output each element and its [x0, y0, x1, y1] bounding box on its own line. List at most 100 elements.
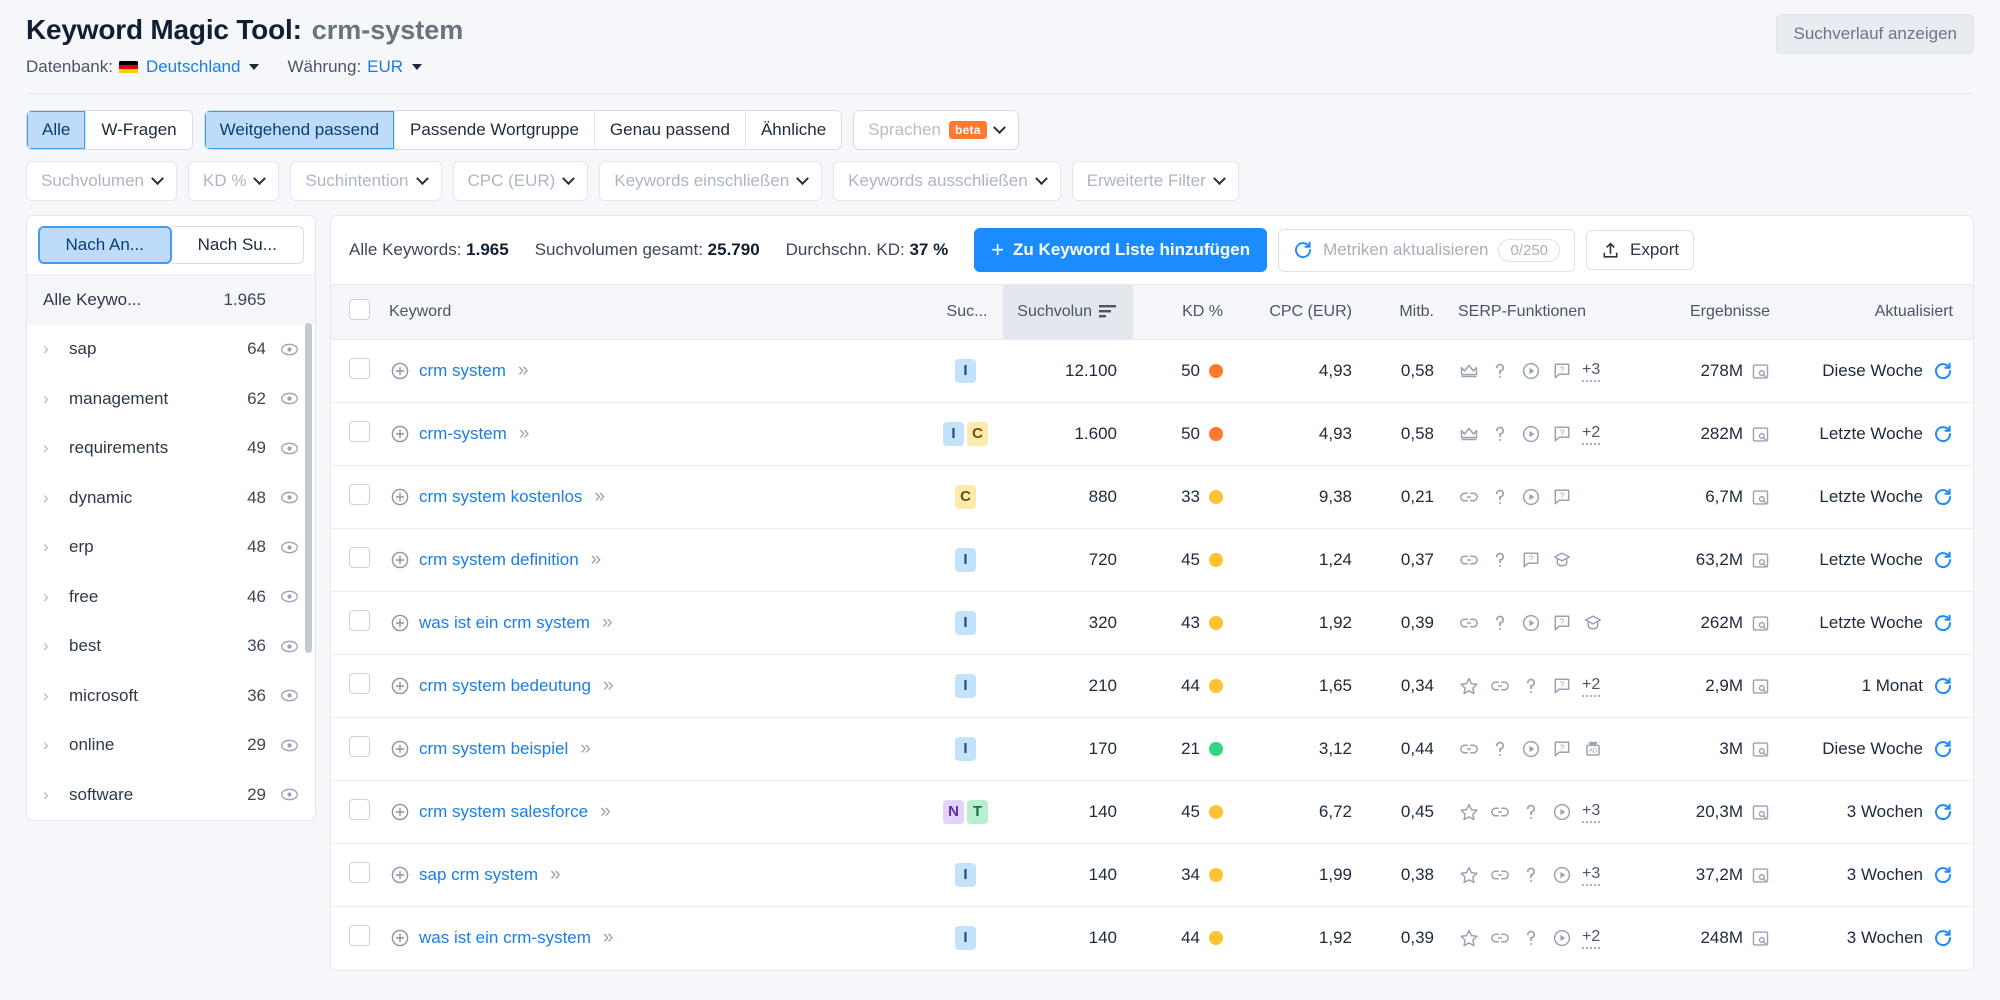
row-select-cell[interactable] — [331, 591, 389, 655]
row-checkbox[interactable] — [349, 799, 370, 820]
header-serp[interactable]: SERP-Funktionen — [1448, 284, 1648, 340]
row-checkbox[interactable] — [349, 358, 370, 379]
chevron-right-icon[interactable]: › — [43, 488, 57, 508]
sidebar-item-free[interactable]: › free 46 — [27, 572, 315, 622]
tab-weitgehend-passend[interactable]: Weitgehend passend — [204, 111, 396, 149]
comment-icon[interactable]: ? — [1551, 612, 1573, 634]
table-row[interactable]: was ist ein crm system » I 320 43 1,92 0… — [331, 591, 1973, 655]
eye-icon[interactable] — [280, 340, 299, 359]
serp-more-count[interactable]: +2 — [1582, 928, 1601, 949]
refresh-icon[interactable] — [1933, 676, 1953, 696]
sidebar-scrollbar[interactable] — [305, 323, 312, 653]
refresh-icon[interactable] — [1933, 613, 1953, 633]
intent-tag-N[interactable]: N — [943, 800, 964, 824]
intent-tag-I[interactable]: I — [955, 737, 976, 761]
row-select-cell[interactable] — [331, 907, 389, 970]
graduate-icon[interactable] — [1551, 549, 1573, 571]
expand-keyword-icon[interactable]: » — [580, 738, 590, 760]
chevron-right-icon[interactable]: › — [43, 537, 57, 557]
refresh-icon[interactable] — [1933, 550, 1953, 570]
question-icon[interactable] — [1520, 675, 1542, 697]
link-icon[interactable] — [1489, 927, 1511, 949]
keyword-link[interactable]: crm system bedeutung — [419, 676, 591, 696]
keyword-link[interactable]: was ist ein crm system — [419, 613, 590, 633]
intent-tag-C[interactable]: C — [955, 485, 976, 509]
table-row[interactable]: crm-system » IC 1.600 50 4,93 0,58 ? +2 2… — [331, 402, 1973, 466]
question-icon[interactable] — [1520, 801, 1542, 823]
link-icon[interactable] — [1489, 675, 1511, 697]
refresh-icon[interactable] — [1933, 424, 1953, 444]
tab-aehnliche[interactable]: Ähnliche — [745, 111, 842, 149]
refresh-icon[interactable] — [1933, 739, 1953, 759]
add-keyword-icon[interactable] — [389, 738, 411, 760]
sidebar-item-dynamic[interactable]: › dynamic 48 — [27, 473, 315, 523]
table-row[interactable]: crm system salesforce » NT 140 45 6,72 0… — [331, 780, 1973, 844]
add-keyword-icon[interactable] — [389, 801, 411, 823]
table-row[interactable]: crm system » I 12.100 50 4,93 0,58 ? +3 2… — [331, 339, 1973, 403]
add-keyword-icon[interactable] — [389, 360, 411, 382]
comment-icon[interactable]: ? — [1520, 549, 1542, 571]
serp-preview-icon[interactable] — [1751, 803, 1770, 822]
eye-icon[interactable] — [280, 736, 299, 755]
serp-preview-icon[interactable] — [1751, 740, 1770, 759]
chevron-right-icon[interactable]: › — [43, 339, 57, 359]
eye-icon[interactable] — [280, 785, 299, 804]
update-metrics-button[interactable]: Metriken aktualisieren 0/250 — [1278, 228, 1576, 272]
languages-dropdown[interactable]: Sprachen beta — [853, 110, 1019, 150]
expand-keyword-icon[interactable]: » — [603, 927, 613, 949]
sidebar-item-requirements[interactable]: › requirements 49 — [27, 424, 315, 474]
link-icon[interactable] — [1458, 612, 1480, 634]
add-keyword-icon[interactable] — [389, 927, 411, 949]
sidebar-item-software[interactable]: › software 29 — [27, 770, 315, 820]
chevron-right-icon[interactable]: › — [43, 636, 57, 656]
header-competition[interactable]: Mitb. — [1368, 284, 1448, 340]
chevron-right-icon[interactable]: › — [43, 587, 57, 607]
video-icon[interactable] — [1520, 360, 1542, 382]
tab-alle[interactable]: Alle — [27, 111, 87, 149]
row-checkbox[interactable] — [349, 736, 370, 757]
add-keyword-icon[interactable] — [389, 864, 411, 886]
eye-icon[interactable] — [280, 389, 299, 408]
sidebar-item-sap[interactable]: › sap 64 — [27, 325, 315, 375]
add-keyword-icon[interactable] — [389, 675, 411, 697]
header-keyword[interactable]: Keyword — [389, 284, 931, 340]
row-select-cell[interactable] — [331, 465, 389, 529]
filter-kd[interactable]: KD % — [188, 161, 280, 201]
serp-preview-icon[interactable] — [1751, 551, 1770, 570]
serp-preview-icon[interactable] — [1751, 677, 1770, 696]
expand-keyword-icon[interactable]: » — [591, 549, 601, 571]
header-cpc[interactable]: CPC (EUR) — [1243, 284, 1368, 340]
serp-more-count[interactable]: +2 — [1582, 424, 1601, 445]
filter-keywords-einschliessen[interactable]: Keywords einschließen — [599, 161, 823, 201]
serp-preview-icon[interactable] — [1751, 362, 1770, 381]
star-icon[interactable] — [1458, 675, 1480, 697]
intent-tag-I[interactable]: I — [955, 611, 976, 635]
crown-icon[interactable] — [1458, 423, 1480, 445]
serp-more-count[interactable]: +3 — [1582, 802, 1601, 823]
serp-preview-icon[interactable] — [1751, 614, 1770, 633]
serp-preview-icon[interactable] — [1751, 929, 1770, 948]
serp-more-count[interactable]: +2 — [1582, 676, 1601, 697]
link-icon[interactable] — [1458, 738, 1480, 760]
row-select-cell[interactable] — [331, 780, 389, 844]
video-icon[interactable] — [1520, 612, 1542, 634]
table-row[interactable]: was ist ein crm-system » I 140 44 1,92 0… — [331, 907, 1973, 970]
row-checkbox[interactable] — [349, 547, 370, 568]
keyword-link[interactable]: sap crm system — [419, 865, 538, 885]
video-icon[interactable] — [1551, 927, 1573, 949]
question-icon[interactable] — [1520, 864, 1542, 886]
video-icon[interactable] — [1551, 801, 1573, 823]
eye-icon[interactable] — [280, 538, 299, 557]
sidebar-tab-by-volume[interactable]: Nach Su... — [171, 226, 304, 264]
export-button[interactable]: Export — [1586, 230, 1695, 270]
intent-tag-T[interactable]: T — [967, 800, 988, 824]
chevron-right-icon[interactable]: › — [43, 735, 57, 755]
graduate-icon[interactable] — [1582, 612, 1604, 634]
filter-suchintention[interactable]: Suchintention — [290, 161, 442, 201]
sidebar-item-best[interactable]: › best 36 — [27, 622, 315, 672]
expand-keyword-icon[interactable]: » — [519, 423, 529, 445]
serp-preview-icon[interactable] — [1751, 488, 1770, 507]
comment-icon[interactable]: ? — [1551, 738, 1573, 760]
intent-tag-I[interactable]: I — [955, 548, 976, 572]
sidebar-item-all-keywords[interactable]: Alle Keywo... 1.965 — [27, 275, 315, 325]
